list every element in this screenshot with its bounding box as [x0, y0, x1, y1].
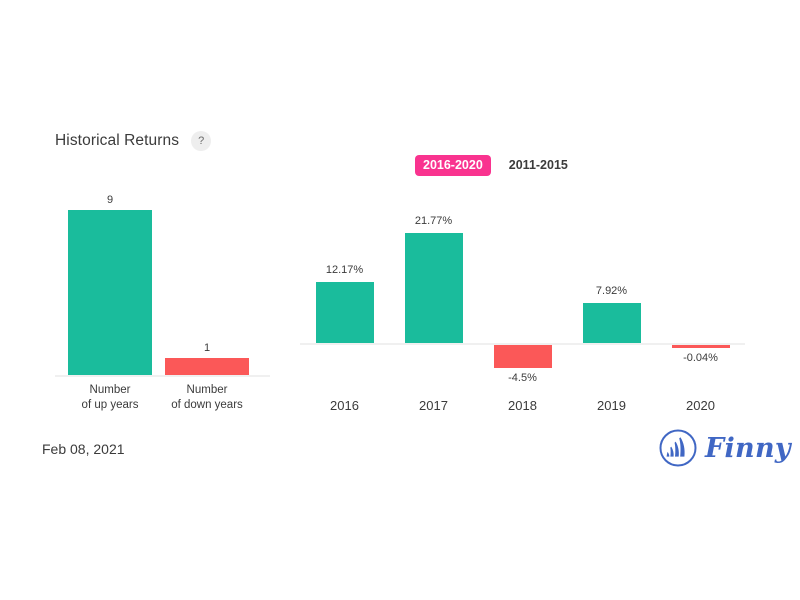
- period-tab-2016-2020[interactable]: 2016-2020: [415, 155, 491, 176]
- counts-label-down-years-line1: Number: [186, 384, 228, 396]
- counts-value-up-years: 9: [106, 194, 114, 206]
- returns-year-2016: 2016: [330, 398, 359, 413]
- returns-value-2018: -4.5%: [508, 372, 537, 384]
- period-tab-2011-2015[interactable]: 2011-2015: [501, 155, 576, 176]
- returns-year-2018: 2018: [508, 398, 537, 413]
- returns-column-2017: 21.77% 2017: [389, 205, 478, 413]
- returns-column-2016: 12.17% 2016: [300, 205, 389, 413]
- returns-bar-2016[interactable]: [316, 282, 374, 343]
- annual-returns-chart: 12.17% 2016 21.77% 2017 -4.5% 2018 7.92%…: [300, 205, 745, 420]
- finny-flame-circle-icon: [659, 429, 697, 467]
- page-title: Historical Returns: [55, 132, 180, 149]
- returns-bar-2019[interactable]: [583, 303, 641, 343]
- chart-header: Historical Returns ?: [55, 131, 212, 151]
- counts-label-up-years-line2: of up years: [81, 399, 139, 411]
- counts-label-down-years-line2: of down years: [171, 399, 243, 411]
- returns-bar-2020[interactable]: [672, 345, 730, 348]
- counts-plot-area: 9 1: [55, 190, 270, 376]
- returns-value-2020: -0.04%: [683, 352, 718, 364]
- up-down-years-chart: 9 1 Number of up years Number of down ye…: [55, 190, 270, 416]
- returns-column-2018: -4.5% 2018: [478, 205, 567, 413]
- counts-baseline-axis: [55, 375, 270, 377]
- question-mark-icon[interactable]: ?: [191, 131, 212, 151]
- returns-value-2017: 21.77%: [414, 215, 453, 227]
- counts-column-down-years: 1: [165, 190, 249, 376]
- returns-value-2019: 7.92%: [595, 285, 628, 297]
- counts-column-up-years: 9: [68, 190, 152, 376]
- counts-label-down-years: Number of down years: [152, 383, 262, 413]
- counts-label-up-years-line1: Number: [89, 384, 131, 396]
- counts-bar-up-years[interactable]: [68, 210, 152, 376]
- as-of-date: Feb 08, 2021: [42, 441, 125, 457]
- finny-wordmark: Finny: [705, 432, 791, 464]
- returns-column-2019: 7.92% 2019: [567, 205, 656, 413]
- returns-year-2019: 2019: [597, 398, 626, 413]
- counts-bar-down-years[interactable]: [165, 358, 249, 376]
- returns-bar-2017[interactable]: [405, 233, 463, 343]
- returns-year-2017: 2017: [419, 398, 448, 413]
- counts-label-up-years: Number of up years: [55, 383, 165, 413]
- returns-column-2020: -0.04% 2020: [656, 205, 745, 413]
- finny-logo: Finny: [658, 428, 791, 468]
- returns-year-2020: 2020: [686, 398, 715, 413]
- counts-value-down-years: 1: [203, 342, 211, 354]
- returns-value-2016: 12.17%: [325, 264, 364, 276]
- period-toggle: 2016-2020 2011-2015: [415, 155, 576, 176]
- returns-bar-2018[interactable]: [494, 345, 552, 368]
